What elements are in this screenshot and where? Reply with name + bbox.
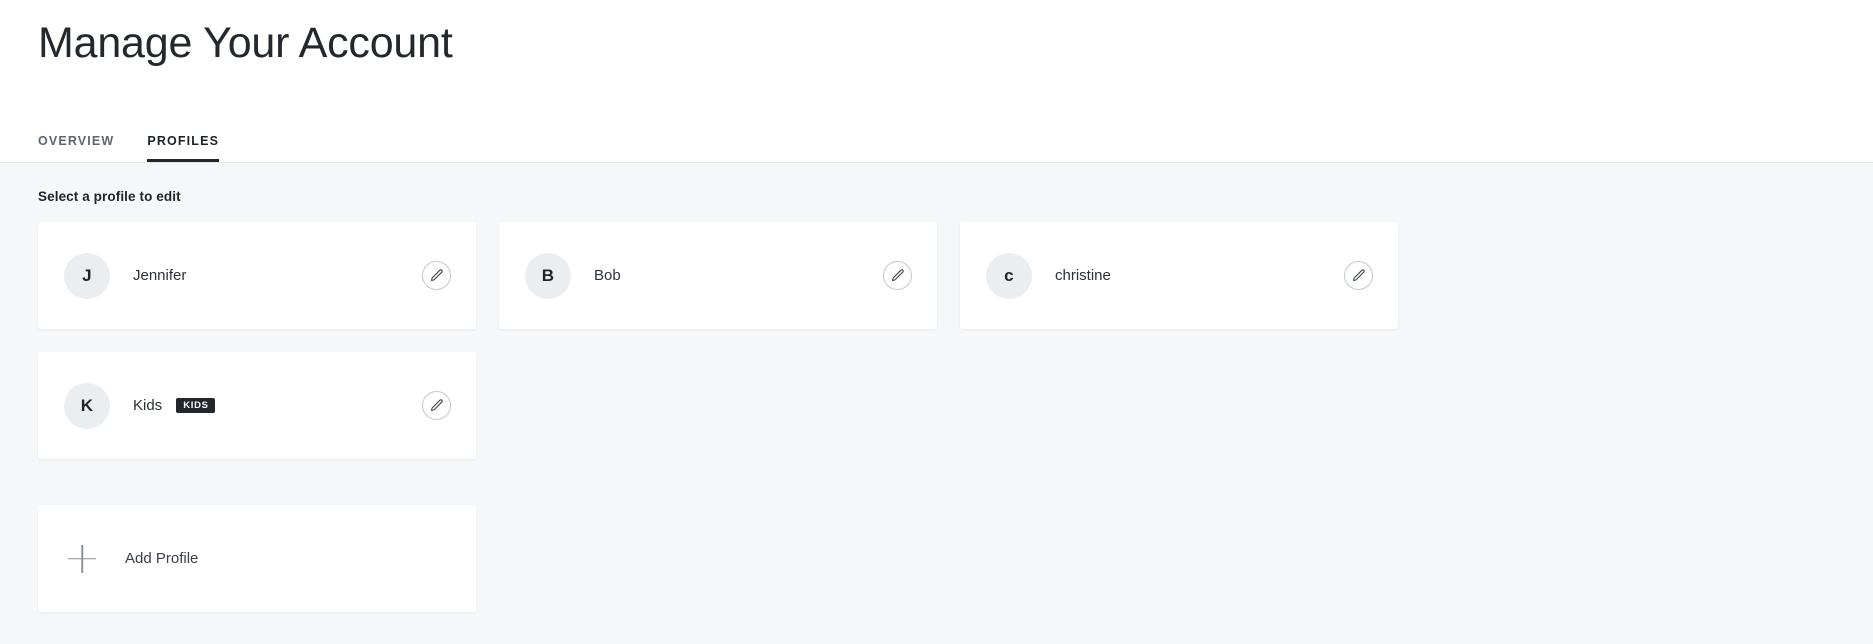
profile-name: Kids <box>133 397 163 414</box>
tab-bar: OVERVIEW PROFILES <box>38 114 252 162</box>
page-title: Manage Your Account <box>38 19 453 67</box>
edit-profile-button[interactable] <box>883 261 912 290</box>
pencil-icon <box>429 398 444 413</box>
pencil-icon <box>429 268 444 283</box>
avatar: K <box>64 382 110 429</box>
edit-profile-button[interactable] <box>1344 261 1373 290</box>
profiles-content: Select a profile to edit J Jennifer B Bo… <box>0 163 1873 644</box>
profile-name: Bob <box>594 267 621 284</box>
profile-name: christine <box>1055 267 1111 284</box>
avatar: B <box>525 252 571 299</box>
add-profile-label: Add Profile <box>125 550 199 567</box>
profiles-grid: J Jennifer B Bob c christine K Kids KIDS… <box>38 222 1858 612</box>
edit-profile-button[interactable] <box>422 391 451 420</box>
tab-overview[interactable]: OVERVIEW <box>38 134 114 162</box>
profile-name: Jennifer <box>133 267 187 284</box>
tab-profiles[interactable]: PROFILES <box>147 134 219 162</box>
profile-card-bob[interactable]: B Bob <box>499 222 937 329</box>
plus-icon <box>68 545 96 573</box>
profile-card-christine[interactable]: c christine <box>960 222 1398 329</box>
profile-card-jennifer[interactable]: J Jennifer <box>38 222 476 329</box>
pencil-icon <box>890 268 905 283</box>
profile-card-kids[interactable]: K Kids KIDS <box>38 352 476 459</box>
add-profile-card[interactable]: Add Profile <box>38 505 476 612</box>
section-label: Select a profile to edit <box>38 189 181 204</box>
edit-profile-button[interactable] <box>422 261 451 290</box>
pencil-icon <box>1351 268 1366 283</box>
avatar: c <box>986 252 1032 299</box>
page-header: Manage Your Account OVERVIEW PROFILES <box>0 0 1873 163</box>
kids-badge: KIDS <box>176 397 215 414</box>
avatar: J <box>64 252 110 299</box>
